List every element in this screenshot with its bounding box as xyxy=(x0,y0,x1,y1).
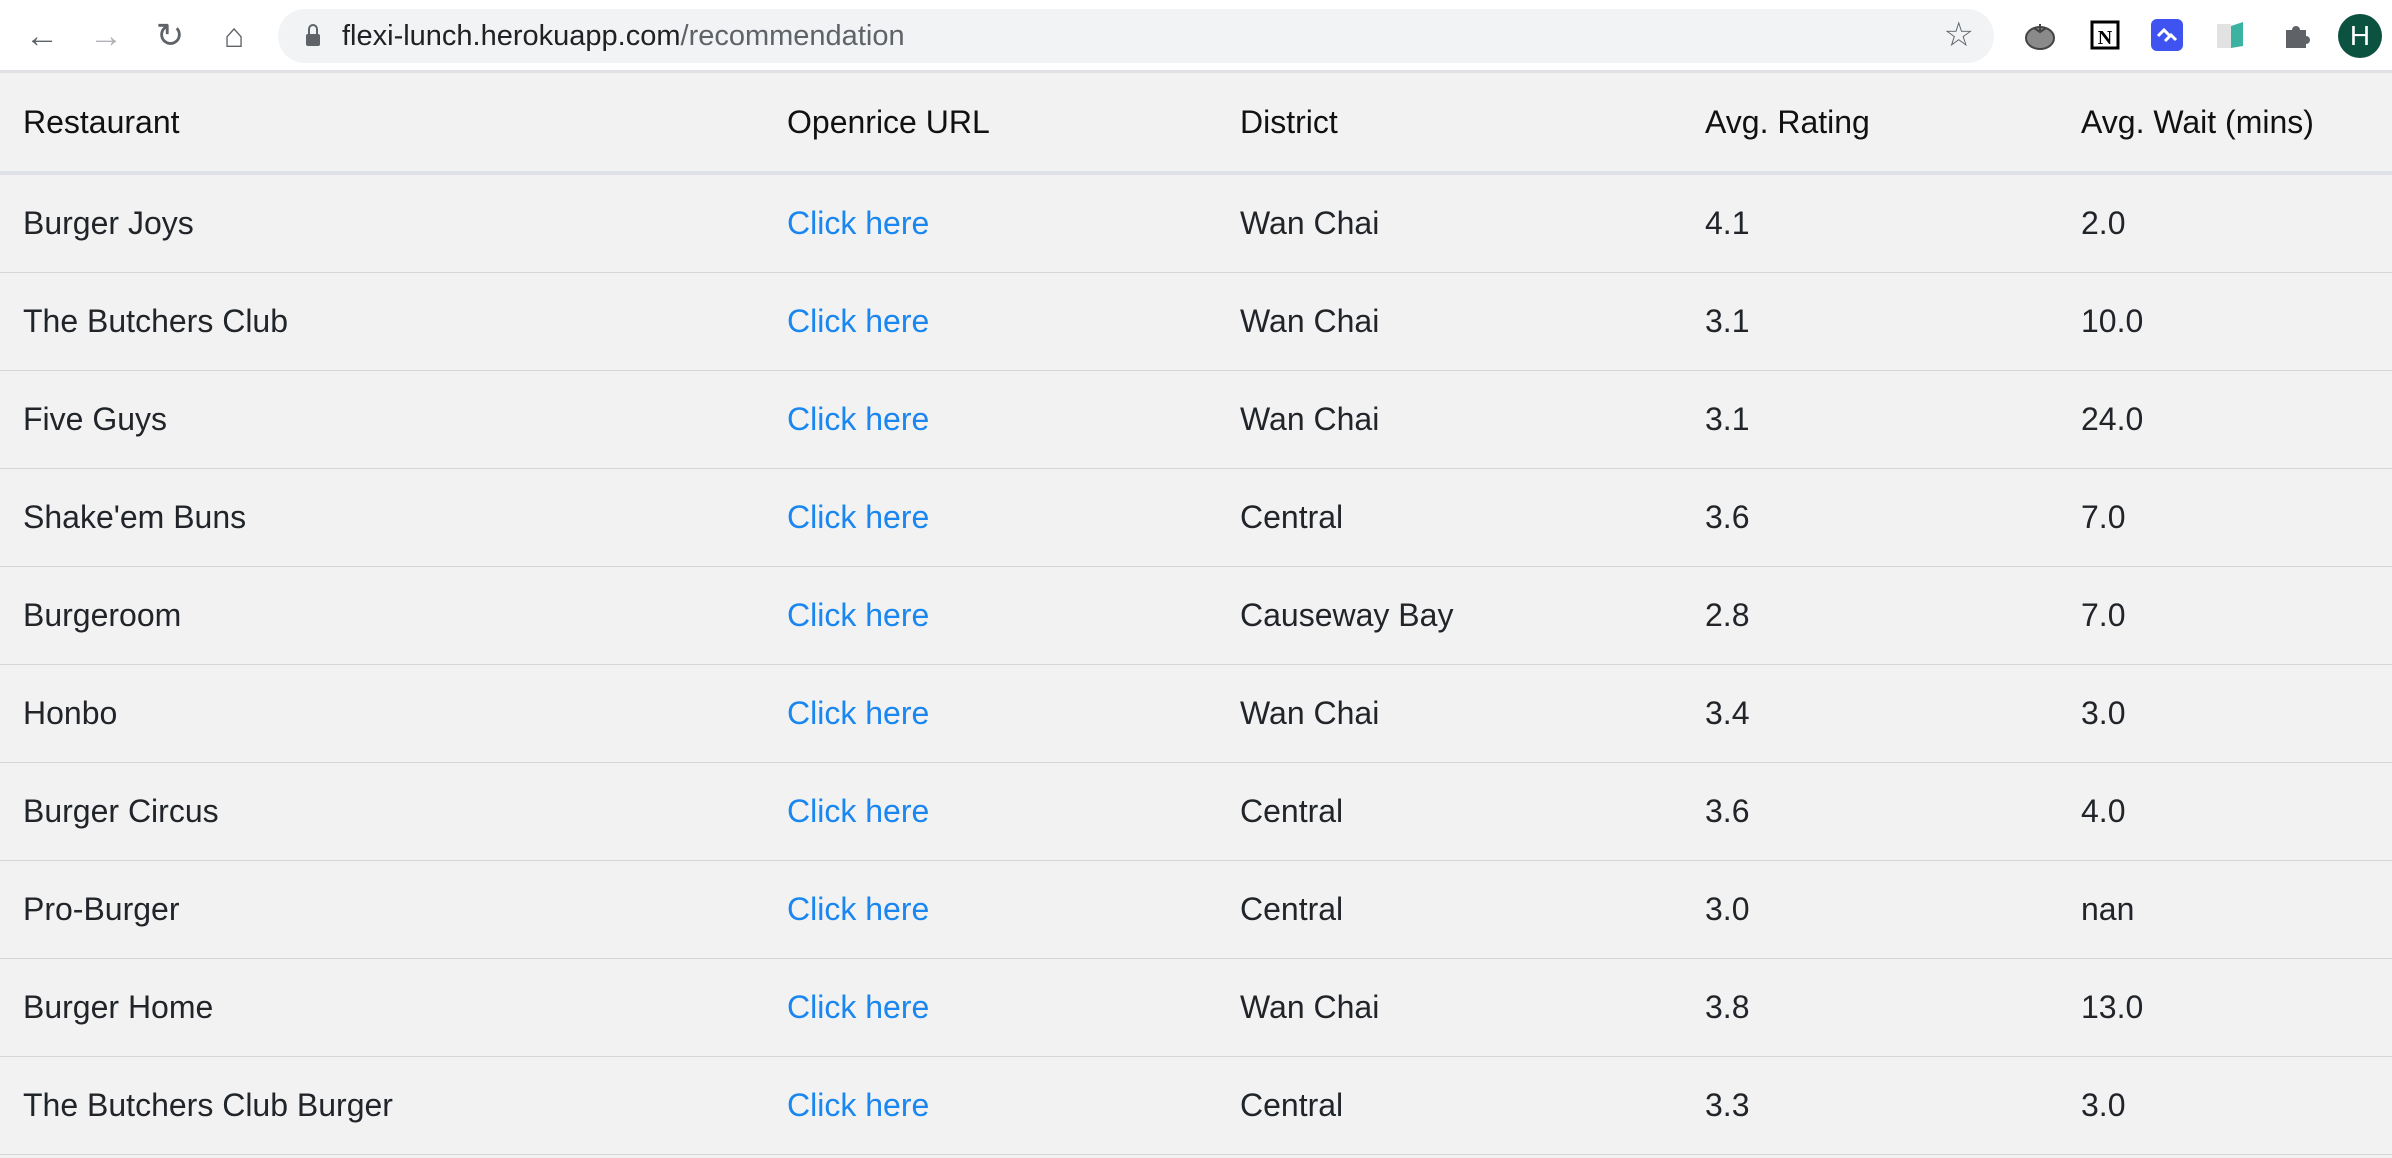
url-path: /recommendation xyxy=(680,19,905,52)
avg-rating: 3.1 xyxy=(1705,370,2081,469)
avg-rating: 3.6 xyxy=(1705,762,2081,861)
openrice-link[interactable]: Click here xyxy=(787,891,929,927)
restaurant-name: Pro-Burger xyxy=(0,860,787,959)
url-host: flexi-lunch.herokuapp.com xyxy=(342,19,681,52)
restaurant-name: The Butchers Club Burger xyxy=(0,1056,787,1155)
header-openrice-url: Openrice URL xyxy=(787,73,1240,175)
avg-wait: 13.0 xyxy=(2081,958,2392,1057)
openrice-link[interactable]: Click here xyxy=(787,499,929,535)
restaurant-name: Burger Circus xyxy=(0,762,787,861)
district: Wan Chai xyxy=(1240,173,1705,273)
profile-avatar[interactable]: H xyxy=(2338,14,2382,58)
avg-rating: 3.0 xyxy=(1705,860,2081,959)
reload-icon[interactable]: ↻ xyxy=(150,16,190,56)
avg-wait: 4.0 xyxy=(2081,762,2392,861)
home-icon[interactable]: ⌂ xyxy=(214,16,254,56)
openrice-url-cell: Click here xyxy=(787,173,1240,273)
avg-wait: 24.0 xyxy=(2081,370,2392,469)
district: Causeway Bay xyxy=(1240,566,1705,665)
avg-wait: 3.0 xyxy=(2081,1056,2392,1155)
district: Wan Chai xyxy=(1240,370,1705,469)
restaurant-name: Burgeroom xyxy=(0,566,787,665)
address-bar[interactable]: flexi-lunch.herokuapp.com/recommendation… xyxy=(278,9,1994,63)
table-row: Pro-Burger Click here Central 3.0 nan xyxy=(0,860,2392,959)
restaurant-name: Shake'em Buns xyxy=(0,468,787,567)
table-row: Burger Joys Click here Wan Chai 4.1 2.0 xyxy=(0,173,2392,273)
notion-icon[interactable]: N xyxy=(2088,18,2122,52)
restaurant-name: The Butchers Club xyxy=(0,272,787,371)
header-avg-wait: Avg. Wait (mins) xyxy=(2081,73,2392,175)
openrice-link[interactable]: Click here xyxy=(787,597,929,633)
back-icon[interactable]: ← xyxy=(22,16,62,56)
avg-rating: 3.1 xyxy=(1705,272,2081,371)
avg-rating: 3.3 xyxy=(1705,1056,2081,1155)
openrice-link[interactable]: Click here xyxy=(787,205,929,241)
openrice-url-cell: Click here xyxy=(787,762,1240,861)
openrice-url-cell: Click here xyxy=(787,272,1240,371)
avg-rating: 3.6 xyxy=(1705,468,2081,567)
openrice-link[interactable]: Click here xyxy=(787,989,929,1025)
restaurant-name: Honbo xyxy=(0,664,787,763)
avg-rating: 2.8 xyxy=(1705,566,2081,665)
reader-icon[interactable] xyxy=(2214,18,2248,52)
table-row: Burger Circus Click here Central 3.6 4.0 xyxy=(0,762,2392,861)
avg-rating: 3.4 xyxy=(1705,664,2081,763)
avg-wait: 7.0 xyxy=(2081,468,2392,567)
openrice-url-cell: Click here xyxy=(787,664,1240,763)
openrice-url-cell: Click here xyxy=(787,370,1240,469)
openrice-url-cell: Click here xyxy=(787,468,1240,567)
lock-icon xyxy=(306,24,320,46)
restaurant-name: Five Guys xyxy=(0,370,787,469)
restaurant-name: Burger Joys xyxy=(0,173,787,273)
header-restaurant: Restaurant xyxy=(0,73,787,175)
browser-toolbar: ← → ↻ ⌂ flexi-lunch.herokuapp.com/recomm… xyxy=(0,0,2392,73)
openrice-link[interactable]: Click here xyxy=(787,303,929,339)
district: Wan Chai xyxy=(1240,272,1705,371)
table-row: The Butchers Club Click here Wan Chai 3.1 10… xyxy=(0,272,2392,371)
restaurant-name: Burger Home xyxy=(0,958,787,1057)
district: Central xyxy=(1240,860,1705,959)
openrice-url-cell: Click here xyxy=(787,958,1240,1057)
avg-wait: 7.0 xyxy=(2081,566,2392,665)
avg-wait: 2.0 xyxy=(2081,173,2392,273)
avg-rating: 4.1 xyxy=(1705,173,2081,273)
bookmark-star-icon[interactable]: ☆ xyxy=(1944,15,1974,55)
openrice-url-cell: Click here xyxy=(787,566,1240,665)
openrice-link[interactable]: Click here xyxy=(787,793,929,829)
url-text: flexi-lunch.herokuapp.com/recommendation xyxy=(342,20,905,53)
district: Central xyxy=(1240,1056,1705,1155)
link-extension-icon[interactable] xyxy=(2150,18,2184,52)
openrice-url-cell: Click here xyxy=(787,1056,1240,1155)
table-row: Burgeroom Click here Causeway Bay 2.8 7.0 xyxy=(0,566,2392,665)
openrice-link[interactable]: Click here xyxy=(787,401,929,437)
avg-wait: nan xyxy=(2081,860,2392,959)
avg-wait: 3.0 xyxy=(2081,664,2392,763)
header-district: District xyxy=(1240,73,1705,175)
table-row: Honbo Click here Wan Chai 3.4 3.0 xyxy=(0,664,2392,763)
openrice-url-cell: Click here xyxy=(787,860,1240,959)
tomato-icon[interactable] xyxy=(2023,18,2057,52)
openrice-link[interactable]: Click here xyxy=(787,695,929,731)
table-row: The Butchers Club Burger Click here Centra… xyxy=(0,1056,2392,1155)
svg-text:N: N xyxy=(2098,27,2113,49)
table-header-row: Restaurant Openrice URL District Avg. Ra… xyxy=(0,73,2392,175)
header-avg-rating: Avg. Rating xyxy=(1705,73,2081,175)
district: Central xyxy=(1240,762,1705,861)
forward-icon[interactable]: → xyxy=(86,16,126,56)
avg-rating: 3.8 xyxy=(1705,958,2081,1057)
recommendation-table: Restaurant Openrice URL District Avg. Ra… xyxy=(0,73,2392,1155)
openrice-link[interactable]: Click here xyxy=(787,1087,929,1123)
district: Wan Chai xyxy=(1240,664,1705,763)
table-row: Burger Home Click here Wan Chai 3.8 13.0 xyxy=(0,958,2392,1057)
puzzle-icon[interactable] xyxy=(2280,18,2314,52)
table-row: Five Guys Click here Wan Chai 3.1 24.0 xyxy=(0,370,2392,469)
district: Central xyxy=(1240,468,1705,567)
table-row: Shake'em Buns Click here Central 3.6 7.0 xyxy=(0,468,2392,567)
avg-wait: 10.0 xyxy=(2081,272,2392,371)
district: Wan Chai xyxy=(1240,958,1705,1057)
